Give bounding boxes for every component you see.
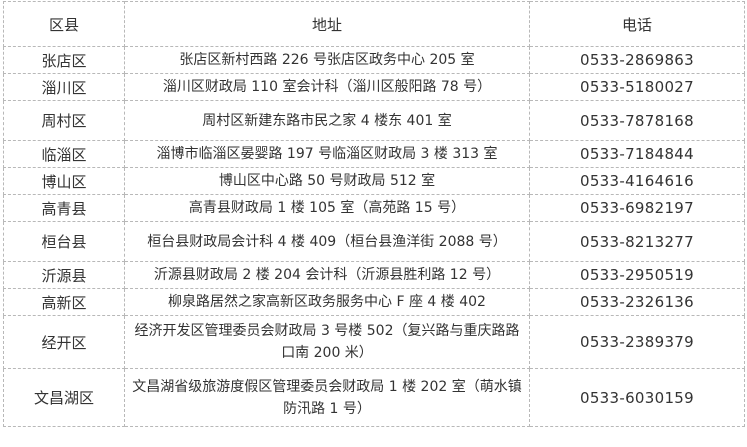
address-cell: 经济开发区管理委员会财政局 3 号楼 502（复兴路与重庆路路口南 200 米） — [124, 315, 530, 369]
table-row: 博山区 博山区中心路 50 号财政局 512 室 0533-4164616 — [3, 167, 745, 195]
phone-cell: 0533-5180027 — [529, 73, 745, 101]
district-cell: 文昌湖区 — [3, 368, 125, 427]
table-row: 张店区 张店区新村西路 226 号张店区政务中心 205 室 0533-2869… — [3, 46, 745, 74]
address-cell: 张店区新村西路 226 号张店区政务中心 205 室 — [124, 46, 530, 74]
table-row: 高新区 柳泉路居然之家高新区政务服务中心 F 座 4 楼 402 0533-23… — [3, 288, 745, 316]
contact-table-container: 区县 地址 电话 张店区 张店区新村西路 226 号张店区政务中心 205 室 … — [3, 1, 745, 427]
district-cell: 高青县 — [3, 194, 125, 222]
address-cell: 文昌湖省级旅游度假区管理委员会财政局 1 楼 202 室（萌水镇防汛路 1 号） — [124, 368, 530, 427]
table-header-row: 区县 地址 电话 — [3, 1, 745, 47]
district-cell: 周村区 — [3, 100, 125, 141]
phone-cell: 0533-4164616 — [529, 167, 745, 195]
address-cell: 淄川区财政局 110 室会计科（淄川区般阳路 78 号） — [124, 73, 530, 101]
phone-cell: 0533-2869863 — [529, 46, 745, 74]
table-row: 桓台县 桓台县财政局会计科 4 楼 409（桓台县渔洋街 2088 号） 053… — [3, 221, 745, 262]
district-contact-table: 区县 地址 电话 张店区 张店区新村西路 226 号张店区政务中心 205 室 … — [3, 1, 745, 427]
header-address: 地址 — [124, 1, 530, 47]
district-cell: 临淄区 — [3, 140, 125, 168]
table-row: 临淄区 淄博市临淄区晏婴路 197 号临淄区财政局 3 楼 313 室 0533… — [3, 140, 745, 168]
table-row: 淄川区 淄川区财政局 110 室会计科（淄川区般阳路 78 号） 0533-51… — [3, 73, 745, 101]
district-cell: 张店区 — [3, 46, 125, 74]
address-cell: 淄博市临淄区晏婴路 197 号临淄区财政局 3 楼 313 室 — [124, 140, 530, 168]
phone-cell: 0533-2950519 — [529, 261, 745, 289]
address-cell: 博山区中心路 50 号财政局 512 室 — [124, 167, 530, 195]
phone-cell: 0533-6982197 — [529, 194, 745, 222]
phone-cell: 0533-2389379 — [529, 315, 745, 369]
table-row: 周村区 周村区新建东路市民之家 4 楼东 401 室 0533-7878168 — [3, 100, 745, 141]
phone-cell: 0533-7878168 — [529, 100, 745, 141]
district-cell: 博山区 — [3, 167, 125, 195]
phone-cell: 0533-7184844 — [529, 140, 745, 168]
table-row: 文昌湖区 文昌湖省级旅游度假区管理委员会财政局 1 楼 202 室（萌水镇防汛路… — [3, 368, 745, 427]
address-cell: 周村区新建东路市民之家 4 楼东 401 室 — [124, 100, 530, 141]
phone-cell: 0533-8213277 — [529, 221, 745, 262]
address-cell: 桓台县财政局会计科 4 楼 409（桓台县渔洋街 2088 号） — [124, 221, 530, 262]
phone-cell: 0533-6030159 — [529, 368, 745, 427]
header-district: 区县 — [3, 1, 125, 47]
phone-cell: 0533-2326136 — [529, 288, 745, 316]
district-cell: 经开区 — [3, 315, 125, 369]
district-cell: 桓台县 — [3, 221, 125, 262]
address-cell: 柳泉路居然之家高新区政务服务中心 F 座 4 楼 402 — [124, 288, 530, 316]
district-cell: 高新区 — [3, 288, 125, 316]
table-row: 经开区 经济开发区管理委员会财政局 3 号楼 502（复兴路与重庆路路口南 20… — [3, 315, 745, 369]
district-cell: 沂源县 — [3, 261, 125, 289]
table-row: 沂源县 沂源县财政局 2 楼 204 会计科（沂源县胜利路 12 号） 0533… — [3, 261, 745, 289]
table-row: 高青县 高青县财政局 1 楼 105 室（高苑路 15 号） 0533-6982… — [3, 194, 745, 222]
header-phone: 电话 — [529, 1, 745, 47]
address-cell: 沂源县财政局 2 楼 204 会计科（沂源县胜利路 12 号） — [124, 261, 530, 289]
address-cell: 高青县财政局 1 楼 105 室（高苑路 15 号） — [124, 194, 530, 222]
district-cell: 淄川区 — [3, 73, 125, 101]
